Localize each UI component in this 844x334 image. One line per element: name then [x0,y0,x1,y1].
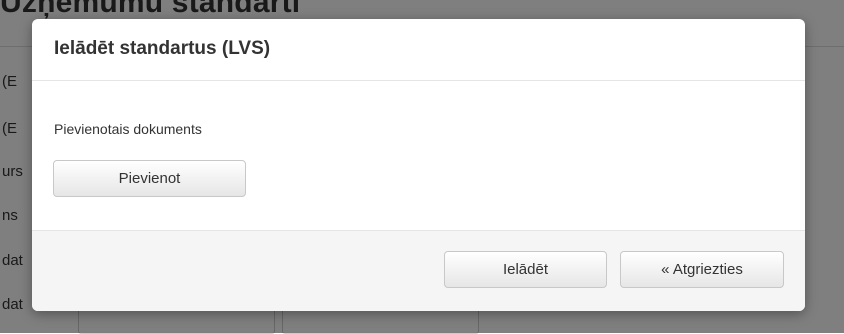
back-button[interactable]: « Atgriezties [620,251,784,288]
dialog-footer: Ielādēt « Atgriezties [32,230,805,311]
load-standards-dialog: Ielādēt standartus (LVS) Pievienotais do… [32,19,805,311]
dialog-title: Ielādēt standartus (LVS) [54,38,271,59]
dialog-header: Ielādēt standartus (LVS) [32,19,805,81]
attached-document-label: Pievienotais dokuments [54,121,202,137]
load-button[interactable]: Ielādēt [444,251,607,288]
add-document-button[interactable]: Pievienot [53,160,246,197]
dialog-body: Pievienotais dokuments Pievienot [32,81,805,231]
